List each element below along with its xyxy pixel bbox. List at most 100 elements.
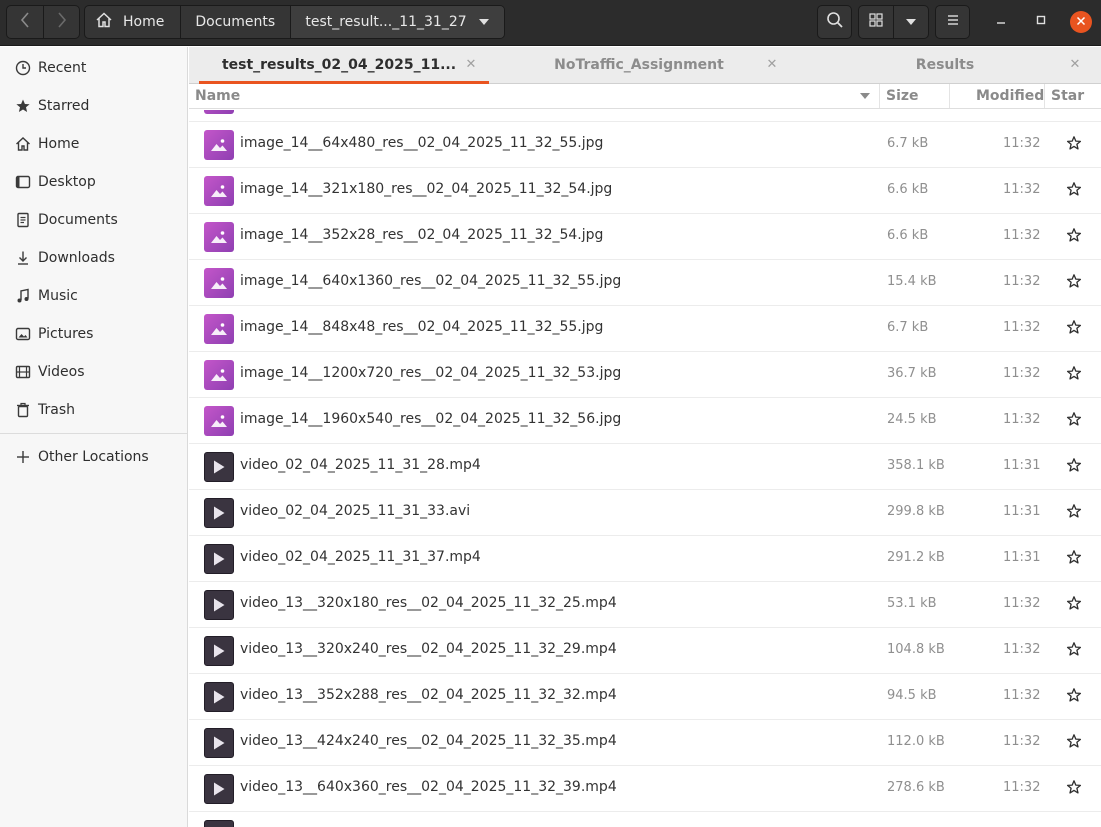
column-header-star[interactable]: Star	[1051, 84, 1084, 108]
file-row[interactable]: image_14__1200x720_res__02_04_2025_11_32…	[189, 352, 1101, 398]
sidebar-item-label: Desktop	[38, 174, 96, 190]
file-name: image_14__64x480_res__02_04_2025_11_32_5…	[240, 135, 604, 151]
file-name: video_13__320x180_res__02_04_2025_11_32_…	[240, 595, 617, 611]
file-row[interactable]: video_13__640x360_res__02_04_2025_11_32_…	[189, 766, 1101, 812]
sidebar-item-label: Home	[38, 136, 80, 152]
video-file-icon	[204, 682, 234, 712]
chevron-down-icon	[478, 19, 489, 25]
column-header-name[interactable]: Name	[195, 84, 240, 108]
maximize-icon	[1035, 14, 1047, 30]
breadcrumb-current-folder[interactable]: test_result..._11_31_27	[291, 6, 505, 38]
file-list: image_14__64x480_res__02_04_2025_11_32_5…	[189, 110, 1101, 827]
file-row[interactable]: video_02_04_2025_11_31_33.avi 299.8 kB 11:…	[189, 490, 1101, 536]
view-options-button[interactable]	[894, 6, 928, 38]
file-row[interactable]: video_13__424x240_res__02_04_2025_11_32_…	[189, 720, 1101, 766]
file-size: 6.7 kB	[887, 136, 929, 151]
sidebar-item-label: Pictures	[38, 326, 94, 342]
search-button[interactable]	[817, 5, 852, 39]
tab-notraffic-assignment[interactable]: NoTraffic_Assignment ✕	[489, 47, 789, 83]
tab-label: NoTraffic_Assignment	[554, 57, 724, 73]
star-icon[interactable]	[1065, 410, 1083, 428]
main-menu-button[interactable]	[935, 5, 970, 39]
clock-icon	[14, 59, 32, 77]
close-icon[interactable]: ✕	[1067, 56, 1083, 72]
file-name: image_14__848x48_res__02_04_2025_11_32_5…	[240, 319, 604, 335]
video-file-icon	[204, 774, 234, 804]
maximize-button[interactable]	[1030, 11, 1052, 33]
sidebar-item-music[interactable]: Music	[0, 278, 187, 314]
grid-view-button[interactable]	[859, 6, 894, 38]
video-file-icon	[204, 820, 234, 827]
image-file-icon	[204, 130, 234, 160]
tab-test-results[interactable]: test_results_02_04_2025_11... ✕	[189, 47, 489, 84]
file-row[interactable]: video_02_04_2025_11_31_28.mp4 358.1 kB 11:…	[189, 444, 1101, 490]
star-icon[interactable]	[1065, 456, 1083, 474]
file-size: 299.8 kB	[887, 504, 945, 519]
star-icon[interactable]	[1065, 134, 1083, 152]
file-name: video_02_04_2025_11_31_37.mp4	[240, 549, 481, 565]
sidebar-item-desktop[interactable]: Desktop	[0, 164, 187, 200]
star-icon[interactable]	[1065, 364, 1083, 382]
music-icon	[14, 287, 32, 305]
file-row[interactable]: image_14__352x28_res__02_04_2025_11_32_5…	[189, 214, 1101, 260]
tab-label: test_results_02_04_2025_11...	[221, 57, 457, 73]
file-row[interactable]: image_14__321x180_res__02_04_2025_11_32_…	[189, 168, 1101, 214]
file-size: 278.6 kB	[887, 780, 945, 795]
close-icon	[1076, 14, 1086, 30]
file-row-partial[interactable]	[189, 812, 1101, 827]
back-button[interactable]	[7, 6, 43, 38]
sidebar-item-trash[interactable]: Trash	[0, 392, 187, 428]
close-window-button[interactable]	[1070, 11, 1092, 33]
file-row-partial[interactable]	[189, 110, 1101, 122]
sidebar-item-pictures[interactable]: Pictures	[0, 316, 187, 352]
close-icon[interactable]: ✕	[463, 56, 479, 72]
breadcrumb-documents[interactable]: Documents	[181, 6, 292, 38]
star-icon[interactable]	[1065, 318, 1083, 336]
sidebar-item-label: Downloads	[38, 250, 115, 266]
star-icon[interactable]	[1065, 640, 1083, 658]
star-icon[interactable]	[1065, 686, 1083, 704]
file-row[interactable]: video_13__320x240_res__02_04_2025_11_32_…	[189, 628, 1101, 674]
close-icon[interactable]: ✕	[764, 56, 780, 72]
sidebar-item-starred[interactable]: Starred	[0, 88, 187, 124]
breadcrumb-home[interactable]: Home	[85, 6, 182, 38]
star-icon[interactable]	[1065, 548, 1083, 566]
file-modified-time: 11:32	[1003, 688, 1041, 703]
star-icon[interactable]	[1065, 778, 1083, 796]
image-file-icon	[204, 110, 234, 114]
sidebar-item-videos[interactable]: Videos	[0, 354, 187, 390]
file-row[interactable]: image_14__640x1360_res__02_04_2025_11_32…	[189, 260, 1101, 306]
file-modified-time: 11:32	[1003, 596, 1041, 611]
star-icon[interactable]	[1065, 272, 1083, 290]
sidebar-item-documents[interactable]: Documents	[0, 202, 187, 238]
sidebar-item-recent[interactable]: Recent	[0, 50, 187, 86]
forward-button[interactable]	[43, 6, 79, 38]
star-icon[interactable]	[1065, 502, 1083, 520]
image-file-icon	[204, 222, 234, 252]
file-row[interactable]: video_02_04_2025_11_31_37.mp4 291.2 kB 11:…	[189, 536, 1101, 582]
sidebar-item-downloads[interactable]: Downloads	[0, 240, 187, 276]
file-row[interactable]: image_14__64x480_res__02_04_2025_11_32_5…	[189, 122, 1101, 168]
minimize-button[interactable]	[990, 11, 1012, 33]
star-icon[interactable]	[1065, 732, 1083, 750]
star-icon[interactable]	[1065, 180, 1083, 198]
file-row[interactable]: video_13__320x180_res__02_04_2025_11_32_…	[189, 582, 1101, 628]
file-row[interactable]: image_14__1960x540_res__02_04_2025_11_32…	[189, 398, 1101, 444]
tab-results[interactable]: Results ✕	[789, 47, 1101, 83]
sidebar-item-home[interactable]: Home	[0, 126, 187, 162]
column-header-size[interactable]: Size	[886, 84, 919, 108]
path-bar: Home Documents test_result..._11_31_27	[84, 5, 506, 39]
file-row[interactable]: image_14__848x48_res__02_04_2025_11_32_5…	[189, 306, 1101, 352]
column-divider	[949, 84, 950, 108]
file-modified-time: 11:31	[1003, 458, 1041, 473]
star-icon[interactable]	[1065, 594, 1083, 612]
column-header-modified[interactable]: Modified	[976, 84, 1044, 108]
grid-view-icon	[869, 13, 883, 31]
sidebar-item-other-locations[interactable]: Other Locations	[0, 439, 187, 475]
file-name: image_14__321x180_res__02_04_2025_11_32_…	[240, 181, 613, 197]
document-icon	[14, 211, 32, 229]
chevron-down-icon	[906, 19, 916, 25]
file-size: 112.0 kB	[887, 734, 945, 749]
star-icon[interactable]	[1065, 226, 1083, 244]
file-row[interactable]: video_13__352x288_res__02_04_2025_11_32_…	[189, 674, 1101, 720]
